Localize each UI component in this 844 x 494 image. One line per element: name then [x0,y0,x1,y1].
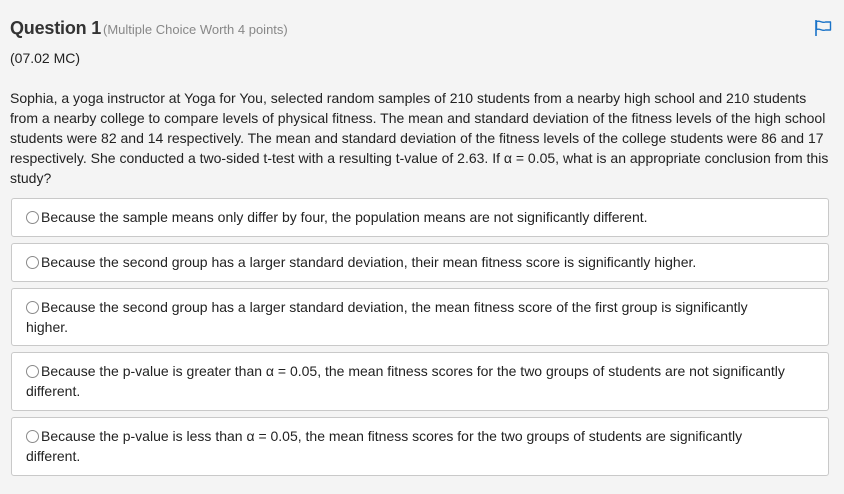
question-stem: Sophia, a yoga instructor at Yoga for Yo… [10,90,829,186]
answer-choice-e[interactable]: Because the p-value is less than α = 0.0… [11,417,829,476]
radio-button-icon[interactable] [26,211,39,224]
question-header: Question 1 (Multiple Choice Worth 4 poin… [10,18,288,39]
choice-label: Because the sample means only differ by … [41,209,648,225]
radio-button-icon[interactable] [26,301,39,314]
radio-button-icon[interactable] [26,430,39,443]
radio-button-icon[interactable] [26,365,39,378]
answer-choice-a[interactable]: Because the sample means only differ by … [11,198,829,237]
question-worth: (Multiple Choice Worth 4 points) [103,22,288,37]
radio-button-icon[interactable] [26,256,39,269]
choice-label: Because the p-value is greater than α = … [26,363,785,399]
answer-choice-d[interactable]: Because the p-value is greater than α = … [11,352,829,411]
question-code: (07.02 MC) [10,50,81,66]
question-title: Question 1 [10,18,102,38]
choice-label: Because the p-value is less than α = 0.0… [26,428,743,464]
answer-choice-c[interactable]: Because the second group has a larger st… [11,288,829,346]
answer-choice-b[interactable]: Because the second group has a larger st… [11,243,829,282]
choice-label: Because the second group has a larger st… [41,254,697,270]
choice-label: Because the second group has a larger st… [26,299,748,335]
flag-icon[interactable] [813,19,833,37]
